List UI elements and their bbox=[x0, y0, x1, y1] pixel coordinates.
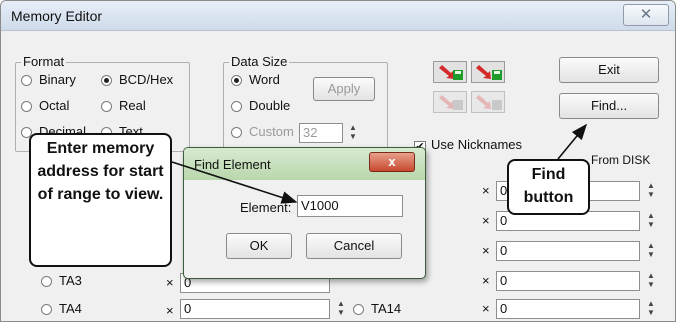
arrow-to-element-input bbox=[171, 161, 298, 204]
arrow-to-find-button bbox=[557, 123, 588, 160]
callout-arrows bbox=[171, 123, 588, 204]
